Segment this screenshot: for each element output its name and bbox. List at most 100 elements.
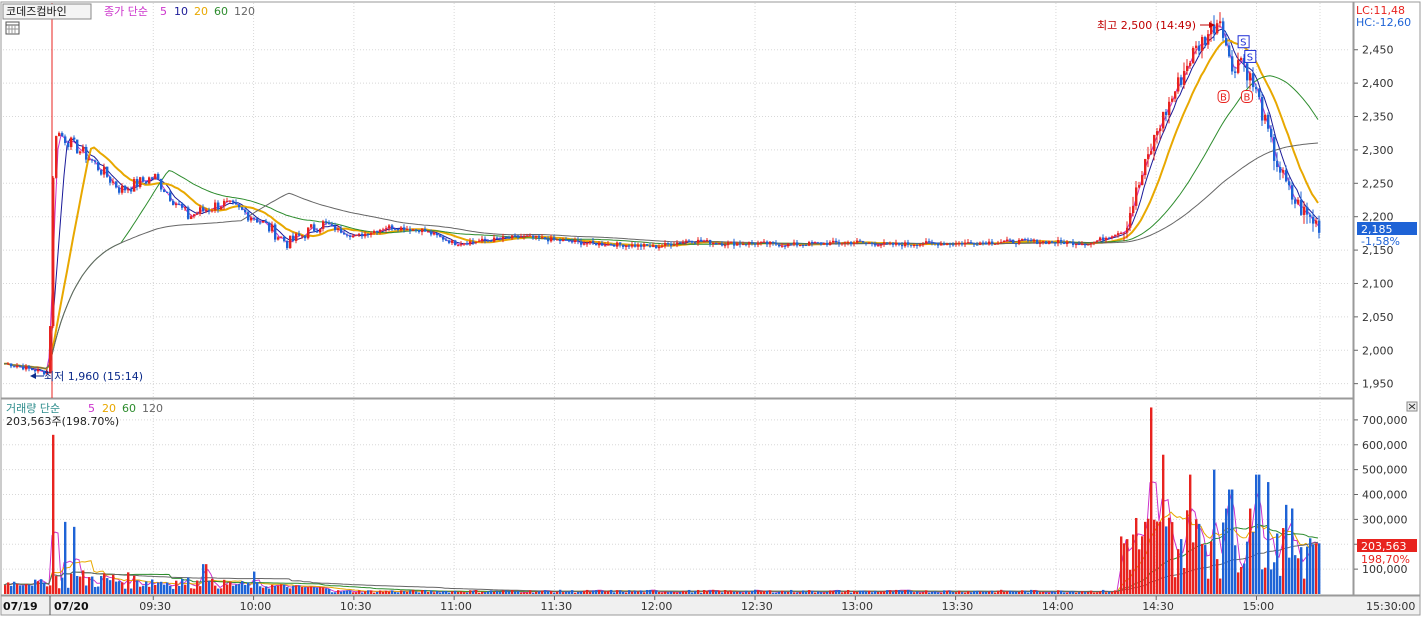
- candle: [802, 245, 805, 247]
- candle: [460, 244, 463, 246]
- volume-bar: [988, 591, 991, 594]
- candle: [679, 242, 682, 244]
- volume-bar: [1087, 591, 1090, 594]
- volume-bar: [853, 590, 856, 594]
- calendar-icon[interactable]: [5, 21, 20, 35]
- volume-bar: [814, 592, 817, 594]
- candle: [505, 236, 508, 238]
- candle: [1159, 128, 1162, 132]
- volume-bar: [1165, 526, 1168, 594]
- volume-bar: [1306, 546, 1309, 594]
- volume-bar: [1222, 522, 1225, 594]
- volume-bar: [541, 590, 544, 594]
- volume-bar: [1207, 578, 1210, 594]
- volume-bar: [364, 591, 367, 594]
- candle: [646, 244, 649, 246]
- volume-bar: [1111, 591, 1114, 594]
- volume-bar: [85, 585, 88, 594]
- volume-bar: [487, 591, 490, 594]
- volume-bar: [895, 589, 898, 594]
- volume-bar: [472, 590, 475, 594]
- volume-bar: [601, 590, 604, 594]
- volume-bar: [1039, 592, 1042, 594]
- volume-bar: [1273, 562, 1276, 594]
- volume-bar: [154, 584, 157, 594]
- candle: [1288, 181, 1291, 186]
- candle: [373, 231, 376, 233]
- candle: [913, 244, 916, 246]
- volume-bar: [139, 586, 142, 594]
- volume-bar: [784, 591, 787, 594]
- time-tick-label: 13:30: [942, 600, 974, 613]
- volume-bar: [1096, 592, 1099, 594]
- candle: [967, 242, 970, 244]
- candle: [574, 240, 577, 242]
- volume-bar: [178, 586, 181, 594]
- candle: [190, 216, 193, 219]
- candle: [604, 245, 607, 247]
- candle: [1066, 241, 1069, 245]
- volume-bar: [1132, 534, 1135, 594]
- candle: [1126, 227, 1129, 233]
- volume-bar: [850, 592, 853, 594]
- volume-bar: [70, 573, 73, 594]
- volume-bar: [1102, 589, 1105, 594]
- candle: [472, 241, 475, 243]
- volume-bar: [697, 589, 700, 594]
- volume-bar: [766, 590, 769, 594]
- candle: [532, 235, 535, 238]
- volume-bar: [397, 592, 400, 594]
- volume-bar: [280, 584, 283, 594]
- volume-bar: [262, 587, 265, 594]
- candle: [469, 241, 472, 245]
- candle: [64, 136, 67, 143]
- candle: [778, 244, 781, 247]
- volume-bar: [868, 590, 871, 594]
- close-icon[interactable]: [1406, 401, 1418, 412]
- candle: [799, 245, 802, 247]
- candle: [502, 236, 505, 239]
- candle: [16, 366, 19, 368]
- candle: [229, 200, 232, 202]
- candle: [1039, 242, 1042, 244]
- volume-bar: [1237, 572, 1240, 594]
- volume-info: 203,563주(198.70%): [6, 415, 119, 428]
- volume-bar: [676, 592, 679, 594]
- candle: [769, 241, 772, 245]
- candle: [709, 239, 712, 244]
- candle: [409, 229, 412, 231]
- volume-bar: [313, 587, 316, 594]
- volume-bar: [436, 590, 439, 594]
- candle: [331, 224, 334, 226]
- candle: [526, 235, 529, 237]
- volume-bar: [193, 588, 196, 594]
- candle: [571, 241, 574, 243]
- candle: [145, 181, 148, 184]
- volume-bar: [292, 585, 295, 594]
- candle: [850, 242, 853, 245]
- stock-chart[interactable]: 1,9502,0002,0502,1002,1502,2002,2502,300…: [0, 0, 1422, 617]
- volume-bar: [1228, 489, 1231, 594]
- candle: [166, 191, 169, 193]
- volume-bar: [859, 590, 862, 594]
- time-tick-label: 10:30: [340, 600, 372, 613]
- volume-bar: [1285, 504, 1288, 594]
- volume-bar: [1231, 489, 1234, 594]
- candle: [814, 242, 817, 244]
- volume-bar: [844, 591, 847, 594]
- candle: [742, 244, 745, 246]
- candle: [991, 241, 994, 244]
- volume-bar: [1135, 517, 1138, 594]
- candle: [241, 207, 244, 210]
- candle: [667, 243, 670, 245]
- volume-bar: [1063, 592, 1066, 594]
- volume-bar: [781, 590, 784, 594]
- volume-bar: [712, 589, 715, 594]
- candle: [1111, 236, 1114, 238]
- candle: [76, 139, 79, 154]
- volume-bar: [1204, 545, 1207, 594]
- volume-bar: [571, 590, 574, 594]
- candle: [904, 242, 907, 247]
- time-tick-label: 14:00: [1042, 600, 1074, 613]
- candle: [1138, 185, 1141, 188]
